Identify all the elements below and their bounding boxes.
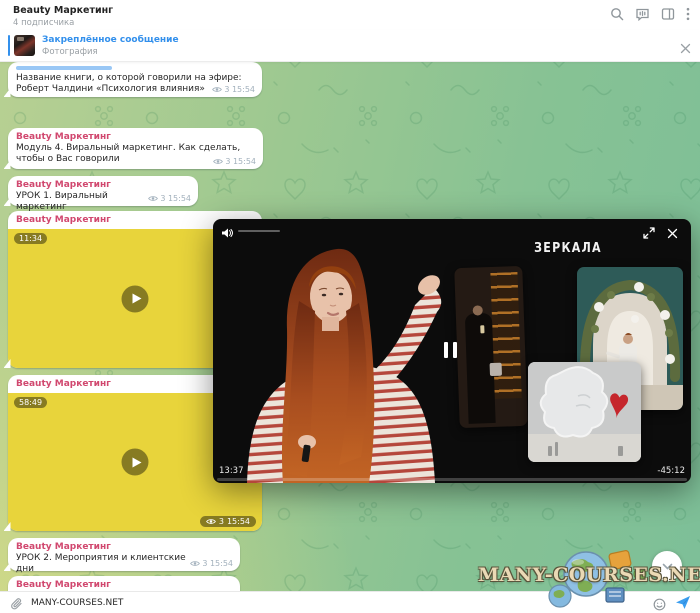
- message-meta: 3 15:54: [190, 559, 233, 568]
- discussion-icon[interactable]: [635, 7, 650, 21]
- video-player-overlay: ЗЕРКАЛА: [213, 219, 691, 483]
- handbag: [490, 363, 502, 376]
- volume-icon[interactable]: [221, 224, 233, 243]
- message-meta: 3 15:54: [213, 157, 256, 166]
- message-time: 15:54: [227, 517, 250, 526]
- volume-slider[interactable]: [238, 230, 280, 232]
- play-icon: [132, 457, 141, 467]
- message-time: 15:54: [232, 85, 255, 94]
- sender-name[interactable]: Beauty Маркетинг: [16, 542, 232, 553]
- slide-photo-mirror-selfie-dark: [454, 266, 528, 428]
- pinned-thumbnail: [14, 35, 35, 56]
- pause-button[interactable]: [444, 342, 457, 358]
- view-count: 3: [219, 517, 224, 526]
- video-duration-badge: 11:34: [14, 233, 47, 244]
- message-meta: 3 15:54: [200, 516, 256, 527]
- message-input[interactable]: [31, 592, 411, 613]
- message-time: 15:54: [210, 559, 233, 568]
- pinned-accent-bar: [8, 35, 10, 56]
- slide-photo-wavy-mirror: [528, 362, 641, 462]
- seek-bar[interactable]: [217, 478, 687, 481]
- clipped-link-fragment: [16, 66, 112, 70]
- message-bubble: Beauty Маркетинг УРОК 2. Мероприятия и к…: [8, 538, 240, 571]
- phone-glow: [480, 325, 484, 333]
- subscriber-count: 4 подписчика: [13, 18, 74, 28]
- view-count: 3: [225, 157, 230, 166]
- sender-name[interactable]: Beauty Маркетинг: [16, 132, 255, 143]
- expand-icon[interactable]: [643, 224, 655, 243]
- message-bubble: Beauty Маркетинг УРОК 1. Виральный марке…: [8, 176, 198, 206]
- sender-name[interactable]: Beauty Маркетинг: [16, 580, 232, 591]
- watermark-text: MANY-COURSES.NET: [478, 564, 700, 586]
- pinned-kind: Фотография: [42, 47, 98, 57]
- chat-header: Beauty Маркетинг 4 подписчика: [0, 0, 700, 30]
- video-frame-speaker: [219, 245, 457, 483]
- sidebar-icon[interactable]: [661, 7, 675, 21]
- view-count: 3: [160, 194, 165, 203]
- view-count: 3: [224, 85, 229, 94]
- message-bubble: Beauty Маркетинг Модуль 4. Виральный мар…: [8, 128, 263, 169]
- pinned-label: Закреплённое сообщение: [42, 35, 179, 45]
- pinned-message-bar[interactable]: Закреплённое сообщение Фотография: [0, 30, 700, 62]
- attach-icon[interactable]: [10, 596, 23, 613]
- video-duration-badge: 58:49: [14, 397, 47, 408]
- search-icon[interactable]: [610, 7, 624, 21]
- message-time: 15:54: [168, 194, 191, 203]
- send-button[interactable]: [675, 595, 691, 613]
- close-icon[interactable]: [680, 39, 691, 58]
- close-icon[interactable]: [667, 224, 678, 243]
- play-button[interactable]: [122, 285, 149, 312]
- elapsed-time: 13:37: [219, 466, 244, 476]
- emoji-icon[interactable]: [653, 596, 666, 613]
- message-meta: 3 15:54: [148, 194, 191, 203]
- play-button[interactable]: [122, 449, 149, 476]
- menu-icon[interactable]: [686, 7, 690, 21]
- play-icon: [132, 294, 141, 304]
- remaining-time: -45:12: [657, 466, 685, 476]
- message-meta: 3 15:54: [212, 85, 255, 94]
- message-time: 15:54: [233, 157, 256, 166]
- header-actions: [610, 7, 690, 21]
- channel-title: Beauty Маркетинг: [13, 5, 113, 16]
- slide-title: ЗЕРКАЛА: [521, 241, 615, 256]
- view-count: 3: [202, 559, 207, 568]
- sender-name[interactable]: Beauty Маркетинг: [16, 180, 190, 191]
- message-bubble: Название книги, о которой говорили на эф…: [8, 62, 262, 97]
- backlit-shelves: [490, 272, 521, 399]
- telegram-channel-window: Beauty Маркетинг 4 подписчика Закреплённ…: [0, 0, 700, 613]
